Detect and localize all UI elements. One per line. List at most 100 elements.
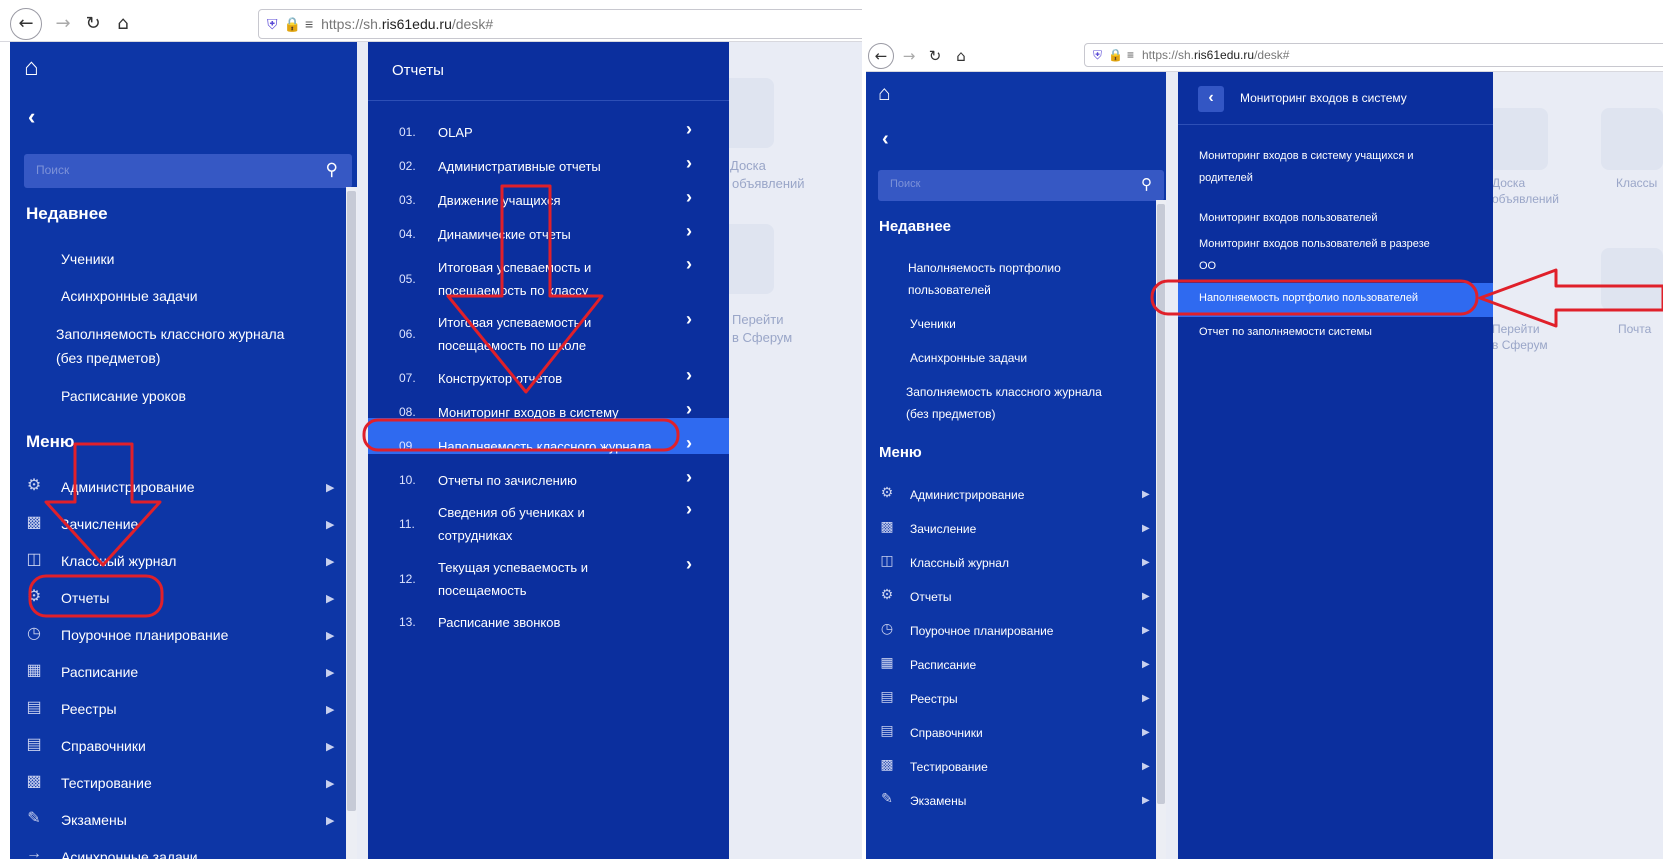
report-item-label[interactable]: Сведения об учениках и [438, 505, 585, 520]
report-item-label[interactable]: Мониторинг входов в систему [438, 405, 619, 420]
chevron-right-icon[interactable]: › [686, 254, 692, 275]
menu-item-directories[interactable]: Справочники [61, 738, 146, 754]
monitoring-item-label[interactable]: Мониторинг входов пользователей в разрез… [1199, 238, 1430, 250]
url-bar[interactable]: ⛨ 🔒 ≡ https://sh. ris61edu.ru/desk# [258, 9, 862, 39]
menu-item-journal[interactable]: Классный журнал [61, 553, 176, 569]
forward-arrow-icon[interactable]: → [50, 11, 76, 37]
monitoring-item-label[interactable]: Мониторинг входов пользователей [1199, 212, 1378, 224]
menu-item-schedule[interactable]: Расписание [910, 658, 976, 672]
report-item-label[interactable]: сотрудниках [438, 528, 512, 543]
report-item-label[interactable]: Расписание звонков [438, 615, 560, 630]
submenu-back-button[interactable]: ‹ [1198, 86, 1224, 112]
caret-right-icon: ▶ [1142, 693, 1150, 704]
menu-item-exams[interactable]: Экзамены [910, 794, 966, 808]
report-item-label[interactable]: посещаемость по школе [438, 338, 586, 353]
recent-item-line2[interactable]: пользователей [908, 283, 991, 297]
recent-item[interactable]: Расписание уроков [61, 388, 186, 404]
report-item-label[interactable]: Текущая успеваемость и [438, 560, 588, 575]
home-icon[interactable]: ⌂ [950, 45, 972, 67]
list-icon: ▤ [26, 699, 42, 716]
chevron-right-icon[interactable]: › [686, 309, 692, 330]
reload-icon[interactable]: ↻ [924, 45, 946, 67]
report-item-label[interactable]: Динамические отчеты [438, 227, 571, 242]
scrollbar-thumb[interactable] [1157, 204, 1165, 804]
menu-item-testing[interactable]: Тестирование [910, 760, 988, 774]
menu-item-exams[interactable]: Экзамены [61, 812, 127, 828]
menu-item-journal[interactable]: Классный журнал [910, 556, 1009, 570]
report-item-label[interactable]: OLAP [438, 125, 473, 140]
menu-item-administration[interactable]: Администрирование [910, 488, 1024, 502]
back-arrow-icon[interactable]: ← [868, 43, 894, 69]
menu-item-registries[interactable]: Реестры [910, 692, 958, 706]
search-input[interactable]: Поиск ⚲ [24, 154, 352, 188]
chevron-right-icon[interactable]: › [686, 153, 692, 174]
chevron-right-icon[interactable]: › [686, 467, 692, 488]
caret-right-icon: ▶ [326, 519, 335, 531]
report-item-label[interactable]: Итоговая успеваемость и [438, 260, 591, 275]
report-item-label[interactable]: посещаемость [438, 583, 527, 598]
chevron-right-icon[interactable]: › [686, 221, 692, 242]
report-item-label[interactable]: Административные отчеты [438, 159, 601, 174]
home-icon[interactable]: ⌂ [110, 11, 136, 37]
monitoring-item-label[interactable]: Мониторинг входов в систему учащихся и [1199, 150, 1414, 162]
chevron-right-icon[interactable]: › [686, 399, 692, 420]
monitoring-item-label[interactable]: Отчет по заполняемости системы [1199, 326, 1372, 338]
report-item-label[interactable]: Конструктор отчетов [438, 371, 562, 386]
monitoring-item-label[interactable]: родителей [1199, 172, 1253, 184]
search-icon[interactable]: ⚲ [326, 160, 338, 180]
back-arrow-icon[interactable]: ← [10, 8, 42, 40]
menu-item-schedule[interactable]: Расписание [61, 664, 138, 680]
tile-label: Перейти [732, 312, 784, 327]
recent-item-line2[interactable]: (без предметов) [56, 350, 160, 366]
forward-arrow-icon[interactable]: → [898, 45, 920, 67]
lock-icon: 🔒 [283, 15, 301, 32]
chevron-right-icon[interactable]: › [686, 433, 692, 454]
collapse-arrow-icon[interactable]: ‹ [28, 104, 35, 130]
search-icon[interactable]: ⚲ [1141, 175, 1152, 193]
home-icon[interactable]: ⌂ [878, 82, 891, 106]
report-item-label[interactable]: Наполняемость классного журнала [438, 439, 652, 454]
url-bar[interactable]: ⛨ 🔒 ≡ https://sh. ris61edu.ru/desk# [1084, 43, 1663, 67]
scrollbar-thumb[interactable] [347, 191, 356, 811]
collapse-arrow-icon[interactable]: ‹ [882, 128, 889, 151]
sidebar-scrollbar[interactable] [1156, 200, 1166, 859]
recent-item[interactable]: Наполняемость портфолио [908, 261, 1061, 275]
menu-item-async-tasks[interactable]: Асинхронные задачи [61, 849, 198, 859]
gear-icon: ⚙ [880, 484, 894, 500]
menu-item-enrollment[interactable]: Зачисление [910, 522, 976, 536]
tile-label: в Сферум [1492, 338, 1548, 352]
reload-icon[interactable]: ↻ [80, 11, 106, 37]
menu-item-directories[interactable]: Справочники [910, 726, 983, 740]
report-item-label[interactable]: посещаемость по классу [438, 283, 588, 298]
sidebar-scrollbar[interactable] [346, 187, 357, 859]
menu-item-administration[interactable]: Администрирование [61, 479, 195, 495]
menu-item-reports[interactable]: Отчеты [910, 590, 951, 604]
menu-item-registries[interactable]: Реестры [61, 701, 117, 717]
menu-item-enrollment[interactable]: Зачисление [61, 516, 138, 532]
chevron-right-icon[interactable]: › [686, 119, 692, 140]
monitoring-item-label[interactable]: Наполняемость портфолио пользователей [1199, 292, 1418, 304]
calendar-icon: ▦ [26, 662, 42, 679]
report-item-label[interactable]: Итоговая успеваемость и [438, 315, 591, 330]
recent-item[interactable]: Заполняемость классного журнала [906, 385, 1102, 399]
report-item-label[interactable]: Движение учащихся [438, 193, 561, 208]
recent-item[interactable]: Ученики [910, 317, 956, 331]
chevron-right-icon[interactable]: › [686, 187, 692, 208]
recent-item[interactable]: Асинхронные задачи [61, 288, 198, 304]
monitoring-item-label[interactable]: ОО [1199, 260, 1216, 272]
home-icon[interactable]: ⌂ [24, 54, 39, 82]
chevron-right-icon[interactable]: › [686, 365, 692, 386]
search-input[interactable]: Поиск ⚲ [878, 170, 1164, 201]
menu-item-testing[interactable]: Тестирование [61, 775, 152, 791]
menu-item-lesson-planning[interactable]: Поурочное планирование [910, 624, 1053, 638]
recent-item[interactable]: Асинхронные задачи [910, 351, 1027, 365]
recent-item[interactable]: Ученики [61, 251, 114, 267]
report-item-label[interactable]: Отчеты по зачислению [438, 473, 577, 488]
chevron-right-icon[interactable]: › [686, 554, 692, 575]
menu-item-lesson-planning[interactable]: Поурочное планирование [61, 627, 228, 643]
recent-item-line2[interactable]: (без предметов) [906, 407, 996, 421]
recent-item[interactable]: Заполняемость классного журнала [56, 326, 284, 342]
url-path: /desk# [451, 16, 494, 32]
menu-item-reports[interactable]: Отчеты [61, 590, 109, 606]
chevron-right-icon[interactable]: › [686, 499, 692, 520]
